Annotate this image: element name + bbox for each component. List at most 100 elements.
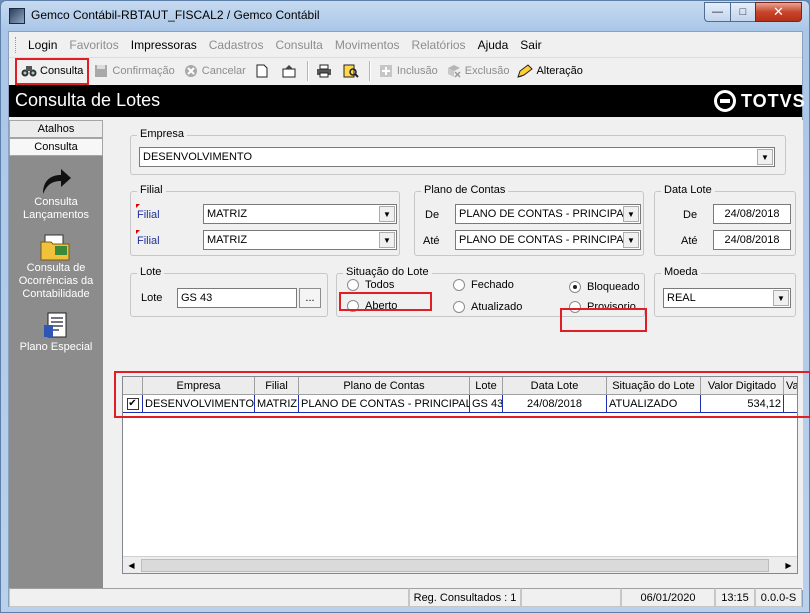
row-checkbox-cell[interactable]: ✔ [123,395,143,413]
menu-favoritos[interactable]: Favoritos [63,38,124,52]
cell-situacao[interactable]: ATUALIZADO [607,395,701,413]
filial-ate-select[interactable]: MATRIZ ▼ [203,230,397,250]
column-header-data-lote[interactable]: Data Lote [503,377,607,395]
status-empty-2 [521,588,621,607]
lotes-grid[interactable]: Empresa Filial Plano de Contas Lote Data… [122,376,798,574]
menu-cadastros[interactable]: Cadastros [203,38,270,52]
chevron-down-icon[interactable]: ▼ [379,232,395,248]
radio-dot[interactable] [569,281,581,293]
column-header-select[interactable] [123,377,143,395]
radio-label: Aberto [365,300,398,312]
chevron-down-icon[interactable]: ▼ [623,206,639,222]
filial-group-label: Filial [137,184,166,196]
sidebar-tab-atalhos[interactable]: Atalhos [9,120,103,138]
menu-sair[interactable]: Sair [514,38,547,52]
print-preview-icon [343,63,359,79]
column-header-lote[interactable]: Lote [470,377,503,395]
column-header-empresa[interactable]: Empresa [143,377,255,395]
close-button[interactable]: ✕ [755,2,802,22]
column-header-situacao[interactable]: Situação do Lote [607,377,701,395]
new-document-button[interactable] [250,59,277,83]
confirmacao-button[interactable]: Confirmação [89,59,178,83]
plano-ate-value: PLANO DE CONTAS - PRINCIPAL [459,234,630,246]
situacao-group: Situação do Lote Todos Aberto Fechado At… [336,266,645,317]
radio-fechado[interactable]: Fechado [453,279,514,291]
radio-atualizado[interactable]: Atualizado [453,301,522,313]
exclusao-label: Exclusão [464,65,510,77]
totvs-brand: TOTVS [714,90,806,112]
title-bar[interactable]: Gemco Contábil-RBTAUT_FISCAL2 / Gemco Co… [1,1,809,31]
column-header-filial[interactable]: Filial [255,377,299,395]
chevron-down-icon[interactable]: ▼ [773,290,789,306]
cancel-icon [183,63,199,79]
radio-dot[interactable] [453,301,465,313]
cell-lote[interactable]: GS 43 [470,395,503,413]
lote-lookup-button[interactable]: ... [299,288,321,308]
data-lote-group-label: Data Lote [661,184,715,196]
minimize-button[interactable]: — [704,2,731,22]
row-checkbox[interactable]: ✔ [126,397,139,410]
moeda-select[interactable]: REAL ▼ [663,288,791,308]
radio-bloqueado[interactable]: Bloqueado [569,281,640,293]
status-version: 0.0.0-S [755,588,802,607]
column-header-valor-digitado[interactable]: Valor Digitado [701,377,784,395]
horizontal-scrollbar[interactable]: ◀ ▶ [123,556,797,573]
consulta-button[interactable]: Consulta [15,57,90,85]
sidebar-item-plano-especial[interactable]: Plano Especial [9,311,103,354]
cell-data-lote[interactable]: 24/08/2018 [503,395,607,413]
filial-group: Filial Filial MATRIZ ▼ Filial MATRIZ ▼ [130,184,400,256]
chevron-down-icon[interactable]: ▼ [379,206,395,222]
radio-dot[interactable] [453,279,465,291]
sidebar-item-ocorrencias[interactable]: Consulta de Ocorrências da Contabilidade [9,232,103,301]
lote-input[interactable]: GS 43 [177,288,297,308]
toolbar-separator [306,61,309,81]
filial-de-select[interactable]: MATRIZ ▼ [203,204,397,224]
radio-dot[interactable] [569,301,581,313]
lote-group-label: Lote [137,266,165,278]
sidebar-item-label: Plano Especial [19,341,93,353]
radio-aberto[interactable]: Aberto [347,300,397,312]
menu-login[interactable]: Login [22,38,63,52]
scroll-left-icon[interactable]: ◀ [123,557,140,573]
chevron-down-icon[interactable]: ▼ [757,149,773,165]
menu-movimentos[interactable]: Movimentos [329,38,406,52]
cell-filial[interactable]: MATRIZ [255,395,299,413]
menu-consulta[interactable]: Consulta [269,38,328,52]
sidebar-item-label: Consulta de Ocorrências da Contabilidade [18,262,94,300]
alteracao-button[interactable]: Alteração [513,59,586,83]
chevron-down-icon[interactable]: ▼ [623,232,639,248]
radio-label: Bloqueado [587,281,640,293]
empresa-select[interactable]: DESENVOLVIMENTO ▼ [139,147,775,167]
cell-valor[interactable] [784,395,797,413]
cell-valor-digitado[interactable]: 534,12 [701,395,784,413]
menu-ajuda[interactable]: Ajuda [472,38,515,52]
inclusao-button[interactable]: Inclusão [374,59,442,83]
menu-impressoras[interactable]: Impressoras [125,38,203,52]
scroll-thumb[interactable] [141,559,769,572]
radio-dot[interactable] [347,279,359,291]
print-button[interactable] [312,59,339,83]
cancelar-button[interactable]: Cancelar [179,59,250,83]
sidebar-item-consulta-lancamentos[interactable]: Consulta Lançamentos [9,166,103,222]
column-header-valor[interactable]: Valo [784,377,797,395]
data-lote-de-input[interactable]: 24/08/2018 [713,204,791,224]
plano-de-select[interactable]: PLANO DE CONTAS - PRINCIPAL ▼ [455,204,641,224]
status-date: 06/01/2020 [621,588,715,607]
radio-provisorio[interactable]: Provisorio [569,301,636,313]
cell-empresa[interactable]: DESENVOLVIMENTO [143,395,255,413]
plano-ate-select[interactable]: PLANO DE CONTAS - PRINCIPAL ▼ [455,230,641,250]
maximize-button[interactable]: □ [730,2,756,22]
scroll-right-icon[interactable]: ▶ [780,557,797,573]
table-row[interactable]: ✔ DESENVOLVIMENTO MATRIZ PLANO DE CONTAS… [123,395,797,413]
menu-relatorios[interactable]: Relatórios [406,38,472,52]
preview-button[interactable] [339,59,366,83]
cell-plano[interactable]: PLANO DE CONTAS - PRINCIPAL [299,395,470,413]
sidebar-tab-consulta[interactable]: Consulta [9,138,103,156]
data-lote-ate-input[interactable]: 24/08/2018 [713,230,791,250]
radio-dot[interactable] [347,300,359,312]
exclusao-button[interactable]: Exclusão [442,59,514,83]
export-button[interactable] [277,59,304,83]
column-header-plano[interactable]: Plano de Contas [299,377,470,395]
filial-ate-label: Filial [136,230,160,247]
radio-todos[interactable]: Todos [347,279,394,291]
